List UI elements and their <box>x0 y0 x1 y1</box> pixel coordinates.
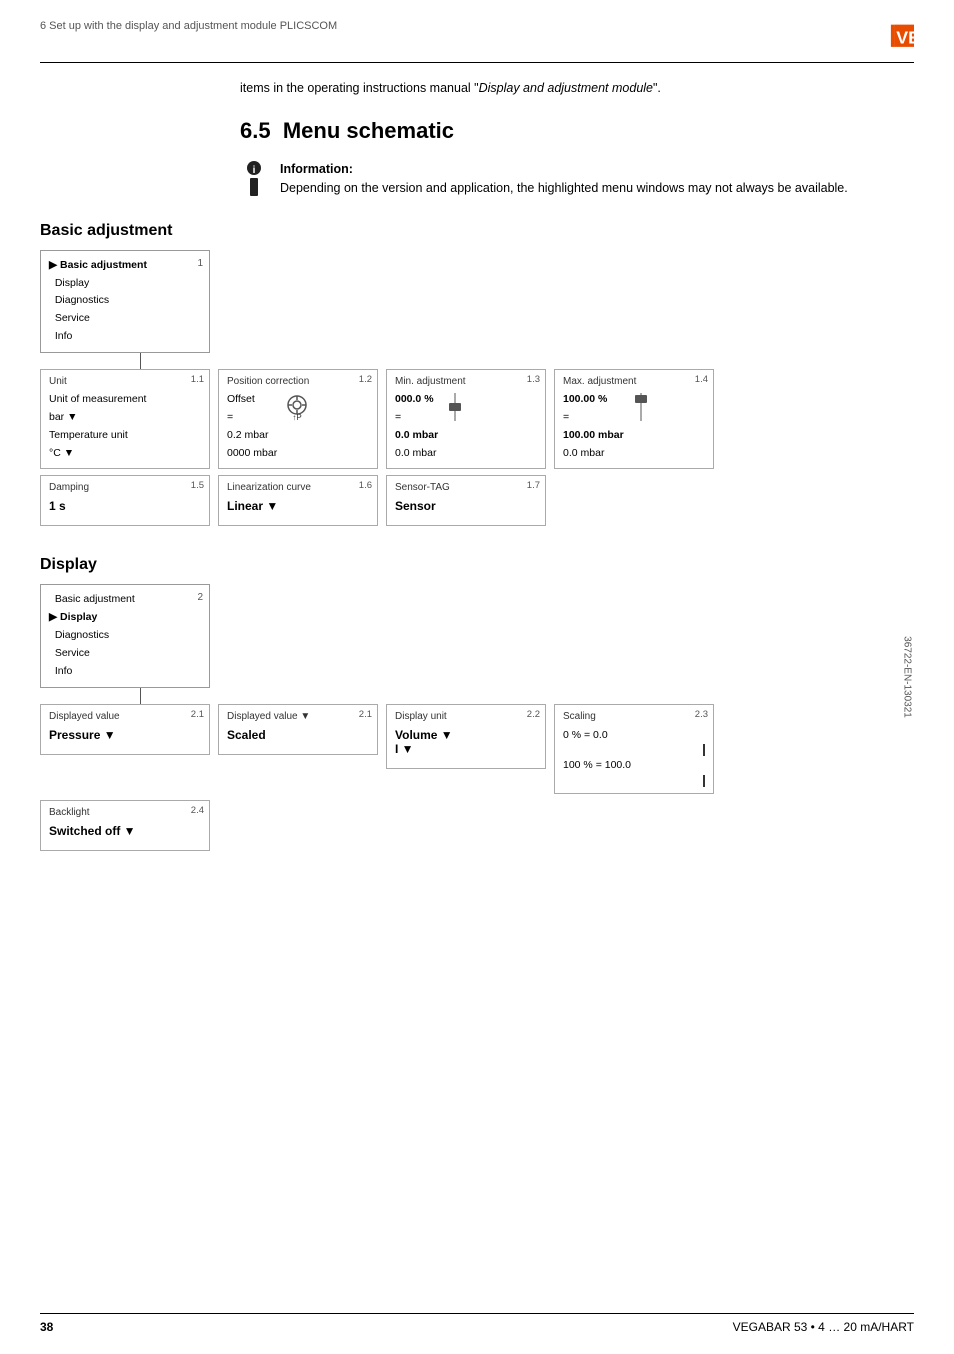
footer-product: VEGABAR 53 • 4 … 20 mA/HART <box>733 1320 914 1334</box>
unit-box: 1.1 Unit Unit of measurement bar ▼ Tempe… <box>40 369 210 469</box>
scaling-min: 0 % = 0.0 <box>563 726 705 745</box>
svg-text:↑P: ↑P <box>293 413 302 421</box>
menu-item-diagnostics: Diagnostics <box>49 292 201 310</box>
info-label: Information: <box>280 162 353 176</box>
footer-page: 38 <box>40 1320 53 1334</box>
page-container: 6 Set up with the display and adjustment… <box>0 0 954 1354</box>
intro-text-after: ". <box>653 81 661 95</box>
damping-value: 1 s <box>49 499 201 513</box>
displayed-value-val: Pressure ▼ <box>49 728 201 742</box>
menu-item-display: Display <box>49 275 201 293</box>
intro-text: items in the operating instructions manu… <box>240 79 800 98</box>
menu-item-service: Service <box>49 310 201 328</box>
max-slider-icon <box>632 393 650 421</box>
svg-text:VEGA: VEGA <box>896 27 914 47</box>
displayed-value-scaled-box: 2.1 Displayed value ▼ Scaled <box>218 704 378 755</box>
header-text: 6 Set up with the display and adjustment… <box>40 20 337 32</box>
min-adj-mbar: 0.0 mbar <box>395 427 438 445</box>
basic-adjustment-section: Basic adjustment 1 ▶ Basic adjustment Di… <box>40 222 914 527</box>
position-correction-box: 1.2 Position correction Offset = 0.2 mba… <box>218 369 378 469</box>
dmenu-item-diagnostics: Diagnostics <box>49 627 201 645</box>
basic-menu-box: 1 ▶ Basic adjustment Display Diagnostics… <box>40 250 210 353</box>
display-label: Display <box>40 556 914 574</box>
info-box: i Information: Depending on the version … <box>240 160 914 198</box>
scaling-max: 100 % = 100.0 <box>563 756 705 775</box>
damping-box: 1.5 Damping 1 s <box>40 475 210 526</box>
info-icon: i <box>240 160 268 198</box>
scaling-box: 2.3 Scaling 0 % = 0.0 100 % = 100.0 <box>554 704 714 795</box>
offset-eq: = <box>227 409 277 427</box>
offset-val: 0.2 mbar <box>227 427 277 445</box>
min-adj-eq: = <box>395 409 438 427</box>
max-adj-sub: 0.0 mbar <box>563 445 624 463</box>
display-unit-i: I ▼ <box>395 742 537 756</box>
displayed-value-box: 2.1 Displayed value Pressure ▼ <box>40 704 210 755</box>
dmenu-item-basic: Basic adjustment <box>49 591 201 609</box>
menu-item-basic: ▶ Basic adjustment <box>49 257 201 275</box>
display-section: Display 2 Basic adjustment ▶ Display Dia… <box>40 556 914 851</box>
intro-text-italic: Display and adjustment module <box>479 81 653 95</box>
menu-item-info: Info <box>49 328 201 346</box>
unit-measurement-label: Unit of measurement <box>49 391 201 409</box>
scaling-bar2 <box>613 775 705 787</box>
side-label: 36722-EN-130321 <box>902 636 913 718</box>
dmenu-item-service: Service <box>49 645 201 663</box>
linearization-value: Linear ▼ <box>227 499 369 513</box>
unit-temp-label: Temperature unit <box>49 427 201 445</box>
display-unit-volume: Volume ▼ <box>395 728 537 742</box>
connector-v1 <box>140 353 141 369</box>
backlight-value: Switched off ▼ <box>49 824 201 838</box>
unit-celsius: °C ▼ <box>49 445 201 463</box>
section-title: 6.5 Menu schematic <box>240 118 914 144</box>
sensor-tag-value: Sensor <box>395 499 537 513</box>
offset-mbar: 0000 mbar <box>227 445 277 463</box>
basic-adjustment-label: Basic adjustment <box>40 222 914 240</box>
sensor-tag-box: 1.7 Sensor-TAG Sensor <box>386 475 546 526</box>
vega-logo: VEGA <box>834 20 914 56</box>
display-menu-box: 2 Basic adjustment ▶ Display Diagnostics… <box>40 584 210 687</box>
backlight-box: 2.4 Backlight Switched off ▼ <box>40 800 210 851</box>
max-adj-eq: = <box>563 409 624 427</box>
max-adjustment-box: 1.4 Max. adjustment 100.00 % = 100.00 mb… <box>554 369 714 469</box>
linearization-box: 1.6 Linearization curve Linear ▼ <box>218 475 378 526</box>
display-unit-box: 2.2 Display unit Volume ▼ I ▼ <box>386 704 546 769</box>
intro-text-before: items in the operating instructions manu… <box>240 81 479 95</box>
section-heading: 6.5 Menu schematic <box>240 118 914 144</box>
max-adj-pct: 100.00 % <box>563 391 624 409</box>
dmenu-item-display: ▶ Display <box>49 609 201 627</box>
offset-label: Offset <box>227 391 277 409</box>
info-text: Depending on the version and application… <box>280 181 848 195</box>
scaling-bar1 <box>613 744 705 756</box>
calibration-icon: ↑P <box>285 393 309 421</box>
dmenu-item-info: Info <box>49 663 201 681</box>
max-adj-mbar: 100.00 mbar <box>563 427 624 445</box>
min-slider-icon <box>446 393 464 421</box>
svg-text:i: i <box>253 165 256 176</box>
connector-v2 <box>140 688 141 704</box>
footer: 38 VEGABAR 53 • 4 … 20 mA/HART <box>40 1313 914 1334</box>
min-adjustment-box: 1.3 Min. adjustment 000.0 % = 0.0 mbar 0… <box>386 369 546 469</box>
info-content: Information: Depending on the version an… <box>280 160 848 198</box>
displayed-value-scaled: Scaled <box>227 728 369 742</box>
unit-bar: bar ▼ <box>49 409 201 427</box>
min-adj-sub: 0.0 mbar <box>395 445 438 463</box>
header: 6 Set up with the display and adjustment… <box>40 20 914 63</box>
min-adj-pct: 000.0 % <box>395 391 438 409</box>
